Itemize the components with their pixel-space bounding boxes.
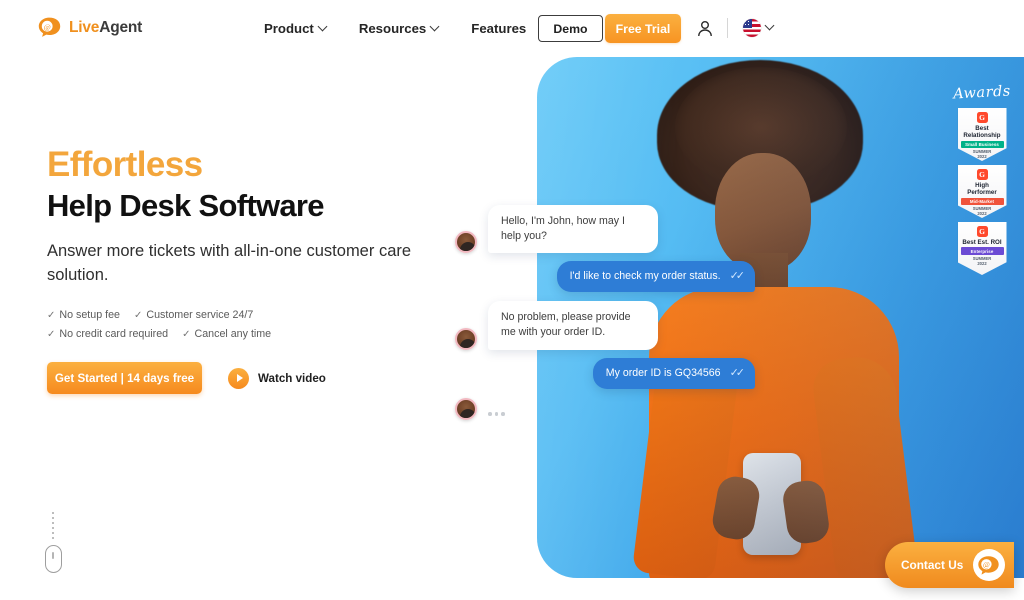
nav-item-resources-label: Resources xyxy=(358,21,427,36)
check-icon: ✓ xyxy=(182,328,191,340)
contact-us-label: Contact Us xyxy=(901,558,964,572)
hero-subtitle: Answer more tickets with all-in-one cust… xyxy=(47,242,412,284)
award-badge-year: 2022 xyxy=(977,154,987,160)
cta-row: Get Started | 14 days free Watch video xyxy=(47,362,517,395)
demo-button[interactable]: Demo xyxy=(538,15,603,42)
chat-message-customer-1: I'd like to check my order status. ✓✓ xyxy=(455,261,755,293)
hero-copy: Effortless Help Desk Software Answer mor… xyxy=(47,145,517,395)
chat-bubble-outgoing: My order ID is GQ34566 ✓✓ xyxy=(592,357,755,389)
avatar xyxy=(455,327,477,350)
logo-text-live: Live xyxy=(69,18,100,36)
get-started-button[interactable]: Get Started | 14 days free xyxy=(47,362,202,395)
chevron-down-icon xyxy=(319,23,327,31)
feature-label: Customer service 24/7 xyxy=(146,309,254,322)
check-icon: ✓ xyxy=(47,309,56,321)
svg-text:@: @ xyxy=(44,22,51,31)
contact-us-widget[interactable]: Contact Us @ xyxy=(885,542,1014,588)
awards-section: Awards G Best Relationship Small Busines… xyxy=(946,83,1018,279)
double-check-icon: ✓✓ xyxy=(729,270,746,283)
watch-video-button[interactable]: Watch video xyxy=(228,367,326,389)
g2-logo-icon: G xyxy=(976,112,988,123)
award-badge-tag: Mid-Market xyxy=(960,197,1004,205)
avatar xyxy=(455,397,477,420)
chat-message-agent-2: No problem, please provide me with your … xyxy=(455,301,755,350)
chevron-down-icon xyxy=(766,22,774,30)
chat-bubble-text: My order ID is GQ34566 xyxy=(605,366,721,379)
svg-text:@: @ xyxy=(983,560,990,569)
feature-item-no-setup-fee: ✓ No setup fee xyxy=(47,309,120,321)
nav-item-features[interactable]: Features xyxy=(455,0,542,57)
logo-text: LiveAgent xyxy=(69,20,142,36)
page-title-accent: Effortless xyxy=(47,145,203,184)
us-flag-icon xyxy=(743,19,761,37)
logo-text-agent: Agent xyxy=(99,18,143,36)
check-icon: ✓ xyxy=(47,328,56,340)
chat-bubble-text: I'd like to check my order status. xyxy=(569,270,721,283)
award-badge-high-performer: G High Performer Mid-Market SUMMER 2022 xyxy=(957,165,1007,218)
chat-message-customer-2: My order ID is GQ34566 ✓✓ xyxy=(455,357,755,389)
nav-item-product-label: Product xyxy=(264,21,314,36)
logo[interactable]: @ LiveAgent xyxy=(38,17,142,38)
nav-item-product[interactable]: Product xyxy=(248,0,343,57)
g2-logo-icon: G xyxy=(976,169,988,180)
free-trial-button[interactable]: Free Trial xyxy=(605,14,681,43)
feature-label: Cancel any time xyxy=(194,328,272,341)
feature-label: No setup fee xyxy=(59,309,120,322)
language-selector[interactable] xyxy=(743,19,774,37)
chat-bubble-outgoing: I'd like to check my order status. ✓✓ xyxy=(556,261,755,293)
award-badge-best-relationship: G Best Relationship Small Business SUMME… xyxy=(957,108,1007,161)
nav-item-resources[interactable]: Resources xyxy=(343,0,455,57)
award-badge-title: High Performer xyxy=(967,181,997,196)
speech-bubble-at-icon: @ xyxy=(38,17,62,38)
header-divider xyxy=(727,18,728,38)
watch-video-label: Watch video xyxy=(258,371,326,385)
feature-row-1: ✓ No setup fee ✓ Customer service 24/7 xyxy=(47,309,517,321)
award-badge-tag: Enterprise xyxy=(960,247,1004,255)
chat-bubble-text: Hello, I'm John, how may I help you? xyxy=(488,205,658,254)
nav-item-features-label: Features xyxy=(471,21,527,36)
landing-page: @ LiveAgent Product Resources Features P… xyxy=(0,0,1024,600)
avatar xyxy=(455,231,477,254)
feature-row-2: ✓ No credit card required ✓ Cancel any t… xyxy=(47,328,517,340)
award-badge-year: 2022 xyxy=(977,260,987,266)
scroll-down-indicator[interactable] xyxy=(44,512,62,573)
chevron-down-icon xyxy=(431,23,439,31)
page-title: Help Desk Software xyxy=(47,188,325,224)
scroll-down-mouse-icon[interactable] xyxy=(44,545,62,573)
feature-item-customer-service: ✓ Customer service 24/7 xyxy=(134,309,253,321)
feature-list: ✓ No setup fee ✓ Customer service 24/7 ✓… xyxy=(47,309,517,340)
award-badge-title: Best Relationship xyxy=(963,124,1001,139)
chat-conversation: Hello, I'm John, how may I help you? I'd… xyxy=(455,205,755,428)
chat-message-typing xyxy=(455,397,755,420)
typing-indicator-icon xyxy=(488,412,505,420)
award-badge-year: 2022 xyxy=(977,211,987,217)
play-circle-icon xyxy=(228,367,249,389)
double-check-icon: ✓✓ xyxy=(729,366,746,379)
user-account-icon[interactable] xyxy=(697,20,713,37)
chat-message-agent-1: Hello, I'm John, how may I help you? xyxy=(455,205,755,254)
g2-logo-icon: G xyxy=(976,226,988,237)
feature-item-no-credit-card: ✓ No credit card required xyxy=(47,328,168,340)
chat-bubble-text: No problem, please provide me with your … xyxy=(488,301,658,350)
site-header: @ LiveAgent Product Resources Features P… xyxy=(0,0,1024,57)
scroll-dotted-line xyxy=(52,512,54,542)
award-badge-title: Best Est. ROI xyxy=(962,238,1002,246)
feature-item-cancel-any-time: ✓ Cancel any time xyxy=(182,328,271,340)
awards-title: Awards xyxy=(952,83,1012,103)
award-badge-tag: Small Business xyxy=(960,140,1004,148)
check-icon: ✓ xyxy=(134,309,143,321)
feature-label: No credit card required xyxy=(59,328,169,341)
speech-bubble-at-icon: @ xyxy=(973,549,1006,581)
award-badge-best-est-roi: G Best Est. ROI Enterprise SUMMER 2022 xyxy=(957,222,1007,275)
